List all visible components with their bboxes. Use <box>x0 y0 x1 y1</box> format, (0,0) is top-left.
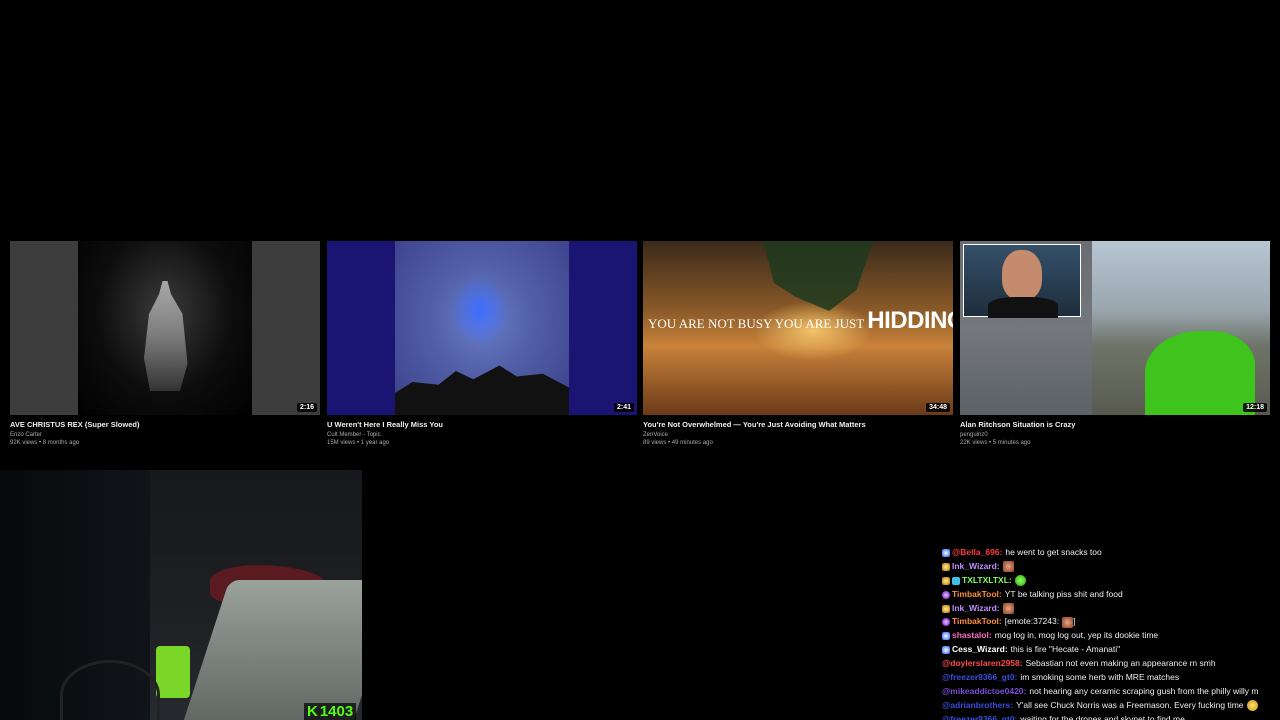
video-duration: 34:48 <box>926 403 950 412</box>
video-meta: 89 views • 49 minutes ago <box>643 440 713 446</box>
video-channel[interactable]: ZenVoice <box>643 432 953 438</box>
video-duration: 2:16 <box>296 403 317 412</box>
emote-icon <box>1002 603 1014 614</box>
video-card[interactable]: 2:41 U Weren't Here I Really Miss You Cu… <box>327 241 637 446</box>
thumbnail-art <box>78 241 252 415</box>
chat-message: @mikeaddictoe0420: not hearing any cerami… <box>942 685 1280 699</box>
video-thumbnail[interactable]: 12:18 <box>960 241 1270 415</box>
video-duration: 2:41 <box>613 403 634 412</box>
chat-username[interactable]: TimbakTool: <box>952 588 1002 602</box>
chat-message: @Bella_696: he went to get snacks too <box>942 546 1280 560</box>
chat-username[interactable]: TimbakTool: <box>952 615 1002 629</box>
thumbnail-caption: YOU ARE NOT BUSY YOU ARE JUST HIDDING <box>648 307 953 335</box>
viewer-count: 1403 <box>319 703 354 720</box>
chat-message: @doylerslaren2958: Sebastian not even mak… <box>942 657 1280 671</box>
emote-icon <box>1062 616 1074 628</box>
chat-message: Ink_Wizard: <box>942 602 1280 616</box>
star-badge-icon <box>942 632 950 641</box>
chat-message: @adrianbrothers: Y'all see Chuck Norris w… <box>942 699 1280 713</box>
video-thumbnail[interactable]: 2:16 <box>10 241 320 415</box>
video-card[interactable]: 2:16 AVE CHRISTUS REX (Super Slowed) Enz… <box>10 241 320 446</box>
star-badge-icon <box>942 646 950 655</box>
video-card[interactable]: YOU ARE NOT BUSY YOU ARE JUST HIDDING 34… <box>643 241 953 446</box>
portrait-inset <box>963 244 1081 318</box>
video-meta: 22K views • 5 minutes ago <box>960 440 1031 446</box>
chat-message-text: mog log in, mog log out, yep its dookie … <box>994 630 1159 641</box>
chat-message-text: he went to get snacks too <box>1005 547 1102 557</box>
cube-badge-icon <box>952 576 960 585</box>
chat-message: TimbakTool: [emote:37243:] <box>942 615 1280 629</box>
video-duration: 12:18 <box>1243 403 1267 412</box>
chat-overlay: @Bella_696: he went to get snacks too Ink_… <box>942 546 1280 720</box>
video-thumbnail[interactable]: 2:41 <box>327 241 637 415</box>
chat-message: shastalol: mog log in, mog log out, yep i… <box>942 629 1280 643</box>
star-badge-icon <box>942 548 950 557</box>
chat-username[interactable]: Ink_Wizard: <box>952 560 1000 574</box>
chair-outline <box>60 660 160 720</box>
chat-username[interactable]: TXLTXLTXL: <box>962 574 1012 588</box>
chat-username[interactable]: Cess_Wizard: <box>952 643 1008 657</box>
thumbnail-left-panel <box>960 241 1092 415</box>
chat-message-text: Sebastian not even making an appearance … <box>1025 658 1216 669</box>
chat-username[interactable]: @freezer9366_gt0: <box>942 713 1017 720</box>
video-title[interactable]: You're Not Overwhelmed — You're Just Avo… <box>643 420 953 429</box>
emote-icon <box>1014 575 1026 587</box>
chat-message: @freezer9366_gt0: im smoking some herb wi… <box>942 671 1280 685</box>
video-channel[interactable]: Enzo Carter <box>10 432 320 438</box>
chat-message-text: not hearing any ceramic scraping gush fr… <box>1029 685 1259 696</box>
gold-badge-icon <box>942 604 950 613</box>
chat-message: Ink_Wizard: <box>942 560 1280 574</box>
chat-username[interactable]: Ink_Wizard: <box>952 602 1000 616</box>
video-thumbnail[interactable]: YOU ARE NOT BUSY YOU ARE JUST HIDDING 34… <box>643 241 953 415</box>
video-card[interactable]: 12:18 Alan Ritchson Situation is Crazy p… <box>960 241 1270 446</box>
green-lamp <box>156 646 190 698</box>
chat-message-text: im smoking some herb with MRE matches <box>1020 672 1180 683</box>
video-meta: 92K views • 8 months ago <box>10 440 80 446</box>
chat-username[interactable]: @doylerslaren2958: <box>942 657 1023 671</box>
chat-message: @freezer9366_gt0: waiting for the drones … <box>942 713 1280 720</box>
chat-message-text: this is fire "Hecate - Amanati" <box>1010 644 1121 655</box>
chat-username[interactable]: shastalol: <box>952 629 992 643</box>
video-title[interactable]: U Weren't Here I Really Miss You <box>327 420 637 429</box>
chat-message-suffix: ] <box>1073 616 1076 627</box>
robed-figure-art <box>144 281 188 391</box>
video-channel[interactable]: penguinz0 <box>960 432 1270 438</box>
video-channel[interactable]: Cult Member - Topic <box>327 432 637 438</box>
chat-message-text: Y'all see Chuck Norris was a Freemason. … <box>1016 699 1244 710</box>
chat-message-text: [emote:37243: <box>1004 616 1060 627</box>
chat-message: TXLTXLTXL: <box>942 574 1280 588</box>
chat-username[interactable]: @adrianbrothers: <box>942 699 1013 713</box>
thumbnail-art <box>395 241 569 415</box>
motorcycle-art <box>1145 331 1255 415</box>
kick-logo-icon: K <box>307 703 318 720</box>
video-meta: 15M views • 1 year ago <box>327 440 390 446</box>
chat-username[interactable]: @freezer9366_gt0: <box>942 671 1017 685</box>
video-title[interactable]: Alan Ritchson Situation is Crazy <box>960 420 1270 429</box>
emote-icon <box>1002 561 1014 573</box>
chat-username[interactable]: @Bella_696: <box>952 546 1002 560</box>
gold-badge-icon <box>942 576 950 585</box>
face-art <box>1002 250 1042 300</box>
shirt-art <box>988 297 1058 318</box>
chat-message-text: YT be talking piss shit and food <box>1004 588 1123 599</box>
chat-username[interactable]: @mikeaddictoe0420: <box>942 685 1026 699</box>
webcam-feed <box>0 470 362 720</box>
blue-glow-art <box>450 276 510 346</box>
gold-badge-icon <box>942 562 950 571</box>
recommended-videos-grid: 2:16 AVE CHRISTUS REX (Super Slowed) Enz… <box>10 241 1270 451</box>
video-title[interactable]: AVE CHRISTUS REX (Super Slowed) <box>10 420 320 429</box>
silhouette-hands-art <box>395 365 569 415</box>
chat-message: TimbakTool: YT be talking piss shit and f… <box>942 588 1280 602</box>
sub-badge-icon <box>942 618 950 627</box>
thumbnail-caption-b: HIDDING <box>867 307 953 334</box>
chat-message-text: waiting for the drones and skynet to fin… <box>1020 713 1185 720</box>
emote-icon <box>1246 700 1258 712</box>
viewer-counter: K 1403 <box>304 703 357 720</box>
thumbnail-caption-a: YOU ARE NOT BUSY YOU ARE JUST <box>648 316 864 331</box>
chat-message: Cess_Wizard: this is fire "Hecate - Amana… <box>942 643 1280 657</box>
sub-badge-icon <box>942 590 950 599</box>
